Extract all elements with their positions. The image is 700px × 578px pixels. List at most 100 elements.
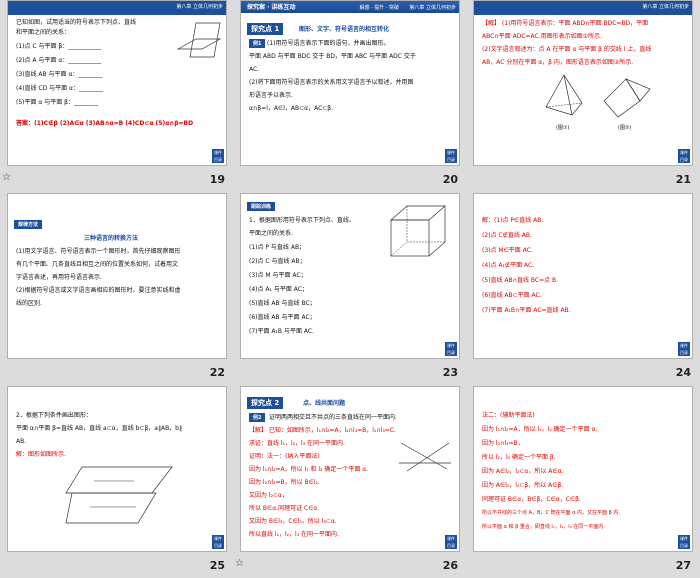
line: (2)点 C∉直线 AB. [482, 232, 532, 239]
slide-number: 22 [209, 366, 225, 379]
line: 所以平面 α 和 β 重合，即直线 l₁，l₂，l₃ 在同一平面内. [482, 524, 605, 530]
line: (2)文字语言叙述为：点 A 在平面 α 与平面 β 的交线 l 上，直线 [482, 46, 652, 53]
line: (7)平面 A₁B 与平面 AC. [249, 328, 314, 335]
slide-21[interactable]: 第八章 立体几何初步 【解】 (1)用符号语言表示：平面 ABD∩平面 BDC=… [473, 0, 693, 166]
line: 线的区别. [16, 300, 42, 307]
line: 因为 A∈l₂，l₂⊂α，所以 A∈α. [482, 468, 564, 475]
slide-number: 24 [675, 366, 691, 379]
line: (3)直线 AB 与平面 α：________ [16, 71, 103, 78]
catalog-button[interactable]: 课件 目录 [212, 149, 224, 163]
slide-number: 20 [442, 173, 458, 186]
header-text: 第八章 立体几何初步 [409, 5, 456, 11]
line: 又因为 B∈l₃，C∈l₃，所以 l₃⊂α. [249, 518, 337, 525]
header-text: 第八章 立体几何初步 [642, 4, 689, 10]
slide-thumb-24[interactable]: 解：(1)点 P∈直线 AB. (2)点 C∉直线 AB. (3)点 M∈平面 … [466, 193, 699, 385]
line: 同理可证 B∈α，B∈β，C∈α，C∈β. [482, 496, 581, 503]
slide-number: 19 [209, 173, 225, 186]
star-icon: ☆ [2, 172, 11, 183]
catalog-button[interactable]: 课件 目录 [445, 535, 457, 549]
slide-thumb-23[interactable]: 跟踪训练 1．根据图形用符号表示下列点、直线、 平面之间的关系. (1)点 P … [233, 193, 466, 385]
catalog-button[interactable]: 课件 目录 [678, 342, 690, 356]
header-tag: 探究案 · 讲练互动 [247, 4, 296, 11]
slide-number: 21 [675, 173, 691, 186]
line: (2)点 A 与平面 α：___________ [16, 57, 102, 64]
line: (6)直线 AB⊂平面 AC. [482, 292, 542, 299]
example-tag: 例1 [249, 39, 266, 48]
line: (6)直线 AB 与平面 AC； [249, 314, 316, 321]
slide-thumb-19[interactable]: 第八章 立体几何初步 已知如图，试用适当的符号表示下列点、直线 和平面之间的关系… [0, 0, 233, 192]
slide-22[interactable]: 规律方法 三种语言的转换方法 (1)用文字语言、符号语言表示一个图形时，首先仔细… [7, 193, 227, 359]
line: (1)用文字语言、符号语言表示一个图形时，首先仔细观察图形 [16, 248, 181, 255]
line: 形语言予以表示. [249, 92, 293, 99]
line: 有几个平面、几条直线且相互之间的位置关系如何，试着用文 [16, 261, 179, 268]
header-text: 第八章 立体几何初步 [176, 4, 223, 10]
slide-header: 第八章 立体几何初步 [8, 1, 226, 15]
line: AB，AC 分别在平面 α，β 内，图形语言表示如图②所示. [482, 59, 634, 66]
catalog-button[interactable]: 课件 目录 [678, 149, 690, 163]
line: α∩β=l，A∈l，AB⊂α，AC⊂β. [249, 105, 334, 112]
line: (4)点 A₁∉平面 AC. [482, 262, 535, 269]
line: 平面 α∩平面 β=直线 AB，直线 a⊂α，直线 b⊂β，a∥AB，b∥ [16, 425, 182, 432]
line: ABC∩平面 ADC=AC.用图形表示如图①所示. [482, 33, 602, 40]
line: 解：(1)点 P∈直线 AB. [482, 217, 544, 224]
line: 已知如图，试用适当的符号表示下列点、直线 [16, 19, 137, 26]
cube-figure [390, 205, 446, 257]
line: 因为 l₂∩l₃=B，所以 B∈l₂. [249, 479, 320, 486]
line: (2)将下面用符号语言表示的关系用文字语言予以叙述，并用图 [249, 79, 414, 86]
slide-19[interactable]: 第八章 立体几何初步 已知如图，试用适当的符号表示下列点、直线 和平面之间的关系… [7, 0, 227, 166]
slide-thumb-20[interactable]: 探究案 · 讲练互动 解惑 · 提升 · 突破 第八章 立体几何初步 探究点 1 图… [233, 0, 466, 192]
slide-number: 23 [442, 366, 458, 379]
slide-26[interactable]: 探究点 2 点、线共面问题 例2 证明两两相交且不共点的三条直线在同一平面内. … [240, 386, 460, 552]
slide-20[interactable]: 探究案 · 讲练互动 解惑 · 提升 · 突破 第八章 立体几何初步 探究点 1 图… [240, 0, 460, 166]
slide-thumb-22[interactable]: 规律方法 三种语言的转换方法 (1)用文字语言、符号语言表示一个图形时，首先仔细… [0, 193, 233, 385]
section-title: 图形、文字、符号语言的相互转化 [299, 26, 390, 33]
line: 解：图形如图所示. [16, 451, 66, 458]
slide-header: 探究案 · 讲练互动 解惑 · 提升 · 突破 第八章 立体几何初步 [241, 1, 459, 13]
section-title: 三种语言的转换方法 [84, 235, 139, 242]
line: 法二：(辅助平面法) [482, 412, 535, 419]
slide-thumb-27[interactable]: 法二：(辅助平面法) 因为 l₁∩l₂=A，所以 l₁，l₂ 确定一个平面 α.… [466, 386, 699, 578]
section-title: 点、线共面问题 [303, 400, 346, 407]
catalog-button[interactable]: 课件 目录 [212, 535, 224, 549]
line: (5)直线 AB 与直线 BC； [249, 300, 316, 307]
slide-thumb-25[interactable]: 2．根据下列条件画出图形： 平面 α∩平面 β=直线 AB，直线 a⊂α，直线 … [0, 386, 233, 578]
slide-25[interactable]: 2．根据下列条件画出图形： 平面 α∩平面 β=直线 AB，直线 a⊂α，直线 … [7, 386, 227, 552]
slide-number: 26 [442, 559, 458, 572]
slide-24[interactable]: 解：(1)点 P∈直线 AB. (2)点 C∉直线 AB. (3)点 M∈平面 … [473, 193, 693, 359]
line: 【解】 (1)用符号语言表示：平面 ABD∩平面 BDC=BD，平面 [482, 20, 649, 27]
line: (1)点 C 与平面 β：___________ [16, 43, 102, 50]
line: 2．根据下列条件画出图形： [16, 412, 92, 419]
catalog-button[interactable]: 课件 目录 [445, 149, 457, 163]
line: (7)平面 A₁B∩平面 AC=直线 AB. [482, 307, 571, 314]
line: AB. [16, 438, 27, 445]
line: 因为 A∈l₂，l₂⊂β，所以 A∈β. [482, 482, 564, 489]
example-tag: 例2 [249, 413, 266, 422]
line: (2)点 C 与直线 AB； [249, 258, 306, 265]
planes-figure [603, 78, 651, 118]
line: 因为 l₂∩l₃=B， [482, 440, 524, 447]
slide-27[interactable]: 法二：(辅助平面法) 因为 l₁∩l₂=A，所以 l₁，l₂ 确定一个平面 α.… [473, 386, 693, 552]
section-tag: 跟踪训练 [247, 202, 276, 211]
line: 平面 ABD 与平面 BDC 交于 BD，平面 ABC 与平面 ADC 交于 [249, 53, 416, 60]
line: 所以直线 l₁，l₂，l₃ 在同一平面内. [249, 531, 339, 538]
line: (5)直线 AB∩直线 BC=点 B. [482, 277, 559, 284]
line: 所以 B∈α.同理可证 C∈α. [249, 505, 320, 512]
line: (4)点 A₁ 与平面 AC； [249, 286, 308, 293]
star-icon: ☆ [235, 558, 244, 569]
line: 因为 l₁∩l₂=A，所以 l₁，l₂ 确定一个平面 α. [482, 426, 598, 433]
line: 1．根据图形用符号表示下列点、直线、 [249, 217, 355, 224]
slide-thumb-21[interactable]: 第八章 立体几何初步 【解】 (1)用符号语言表示：平面 ABD∩平面 BDC=… [466, 0, 699, 192]
line: 所以 l₂，l₃ 确定一个平面 β. [482, 454, 556, 461]
slide-23[interactable]: 跟踪训练 1．根据图形用符号表示下列点、直线、 平面之间的关系. (1)点 P … [240, 193, 460, 359]
catalog-button[interactable]: 课件 目录 [445, 342, 457, 356]
line: 又因为 l₂⊂α， [249, 492, 288, 499]
caption: (图②) [618, 125, 632, 131]
line: (1)点 P 与直线 AB； [249, 244, 306, 251]
section-tag: 探究点 2 [247, 397, 284, 409]
slide-number: 27 [675, 559, 691, 572]
slide-thumb-26[interactable]: 探究点 2 点、线共面问题 例2 证明两两相交且不共点的三条直线在同一平面内. … [233, 386, 466, 578]
line: (5)平面 α 与平面 β：________ [16, 99, 99, 106]
line: 因为 l₁∩l₂=A，所以 l₁ 和 l₂ 确定一个平面 α. [249, 466, 369, 473]
catalog-button[interactable]: 课件 目录 [678, 535, 690, 549]
line: 字语言表述，再用符号语言表示. [16, 274, 102, 281]
